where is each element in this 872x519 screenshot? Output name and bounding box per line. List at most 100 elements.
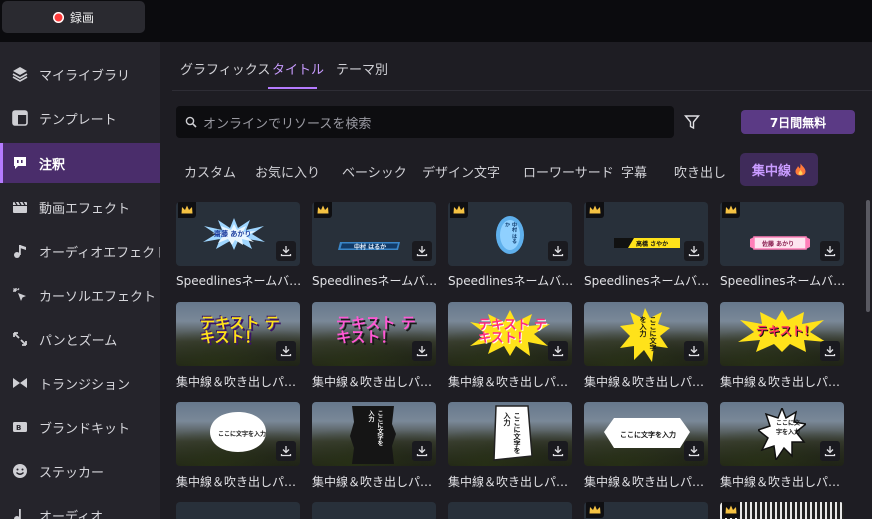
download-icon[interactable] [820,441,840,461]
sidebar-item-transition[interactable]: トランジション [0,363,160,403]
download-icon[interactable] [412,341,432,361]
template-caption: 集中線＆吹き出しパー... [312,375,438,389]
category-favorites[interactable]: お気に入り [255,162,320,181]
category-subtitles[interactable]: 字幕 [621,162,647,181]
search-placeholder: オンラインでリソースを検索 [203,116,372,132]
record-label: 録画 [69,10,94,25]
sidebar-item-cursor-effect[interactable]: カーソルエフェクト [0,275,160,315]
filter-icon[interactable] [684,114,700,130]
template-card[interactable] [720,502,844,519]
download-icon[interactable] [820,241,840,261]
template-card[interactable]: 高橋 さやか [584,202,708,266]
template-caption: 集中線＆吹き出しパー... [176,375,302,389]
download-icon[interactable] [684,341,704,361]
category-design-text[interactable]: デザイン文字 [422,162,500,181]
sample-title: ここに文字を入力 [503,412,521,454]
sidebar-item-label: オーディオ [39,509,104,519]
template-card[interactable] [312,502,436,519]
sidebar-item-my-library[interactable]: マイライブラリ [0,54,160,94]
category-speedlines[interactable]: 集中線 [740,153,818,186]
sample-title: テキスト テキスト！ [336,314,416,346]
sample-title: ここに文字を入力 [776,420,801,436]
category-basic[interactable]: ベーシック [342,162,407,181]
sample-title: ここに文字を入力 [639,316,657,351]
scrollbar[interactable] [866,200,870,312]
sidebar-item-label: マイライブラリ [39,68,131,84]
template-card[interactable]: テキスト！ [720,302,844,366]
download-icon[interactable] [276,441,296,461]
template-card[interactable] [176,502,300,519]
transition-icon [11,374,29,392]
template-card[interactable]: 佐藤 あかり [720,202,844,266]
crown-icon [722,202,740,218]
template-card[interactable]: テキスト テキスト！ [176,302,300,366]
download-icon[interactable] [276,241,296,261]
template-card[interactable]: 中村 はるか [448,202,572,266]
sidebar-item-audio[interactable]: オーディオ [0,495,160,519]
template-caption: Speedlinesネームバータ... [448,274,574,288]
download-icon[interactable] [412,241,432,261]
template-card[interactable]: 齋藤 あかり [176,202,300,266]
sidebar-item-pan-zoom[interactable]: パンとズーム [0,319,160,359]
tab-graphics[interactable]: グラフィックス [180,59,270,78]
sample-title: ここに文字を入力 [218,431,267,438]
cursor-click-icon [11,286,29,304]
template-card[interactable] [448,502,572,519]
template-card[interactable]: ここに文字を入力 [584,402,708,466]
sidebar-item-template[interactable]: テンプレート [0,98,160,138]
template-card[interactable] [584,502,708,519]
sample-name: 齋藤 あかり [214,230,252,238]
sidebar-item-audio-effect[interactable]: オーディオエフェクト [0,231,168,271]
download-icon[interactable] [412,441,432,461]
crown-icon [450,202,468,218]
template-card[interactable]: ここに文字を入力 [448,402,572,466]
template-caption: 集中線＆吹き出しパー... [720,375,846,389]
sidebar-item-annotation[interactable]: 注釈 [0,143,160,183]
template-card[interactable]: テキスト テキスト！ [312,302,436,366]
tab-title[interactable]: タイトル [272,59,324,78]
template-card[interactable]: ここに文字を入力 [312,402,436,466]
record-button[interactable]: 録画 [2,1,145,33]
crown-icon [722,502,740,518]
smiley-icon [11,462,29,480]
sample-title: テキスト テキスト！ [200,314,280,346]
download-icon[interactable] [548,341,568,361]
download-icon[interactable] [684,241,704,261]
category-speech-bubble[interactable]: 吹き出し [674,162,726,181]
template-caption: 集中線＆吹き出しパー... [720,475,846,489]
audio-icon [11,506,29,519]
download-icon[interactable] [820,341,840,361]
download-icon[interactable] [276,341,296,361]
sidebar-item-label: 注釈 [39,157,66,173]
divider [172,90,872,91]
download-icon[interactable] [548,241,568,261]
template-card[interactable]: 中村 はるか [312,202,436,266]
template-card[interactable]: ここに文字を入力 [176,402,300,466]
tab-theme[interactable]: テーマ別 [336,59,388,78]
sidebar-item-video-effect[interactable]: 動画エフェクト [0,187,160,227]
download-icon[interactable] [684,441,704,461]
sidebar-item-label: ステッカー [39,465,105,481]
sidebar: マイライブラリ テンプレート 注釈 動画エフェクト オーディオエフェクト カーソ… [0,42,168,519]
crown-icon [586,202,604,218]
category-lower-third[interactable]: ローワーサード [523,162,614,181]
search-input[interactable]: オンラインでリソースを検索 [176,106,674,138]
sidebar-item-label: パンとズーム [39,333,118,349]
template-card[interactable]: テキスト テキスト！ [448,302,572,366]
brand-kit-icon: B [11,418,29,436]
free-trial-button[interactable]: 7日間無料 [741,110,855,134]
template-caption: 集中線＆吹き出しパー... [584,375,710,389]
category-label: 集中線 [751,164,791,179]
svg-text:B: B [16,424,21,432]
sample-title: ここに文字を入力 [620,431,676,439]
sample-name: 中村 はるか [354,244,387,251]
sidebar-item-label: テンプレート [39,112,117,128]
template-card[interactable]: ここに文字を入力 [720,402,844,466]
download-icon[interactable] [548,441,568,461]
sample-name: 佐藤 あかり [762,241,795,248]
template-card[interactable]: ここに文字を入力 [584,302,708,366]
sidebar-item-sticker[interactable]: ステッカー [0,451,160,491]
fire-icon [795,163,806,176]
sidebar-item-brand-kit[interactable]: B ブランドキット [0,407,160,447]
category-custom[interactable]: カスタム [184,162,236,181]
